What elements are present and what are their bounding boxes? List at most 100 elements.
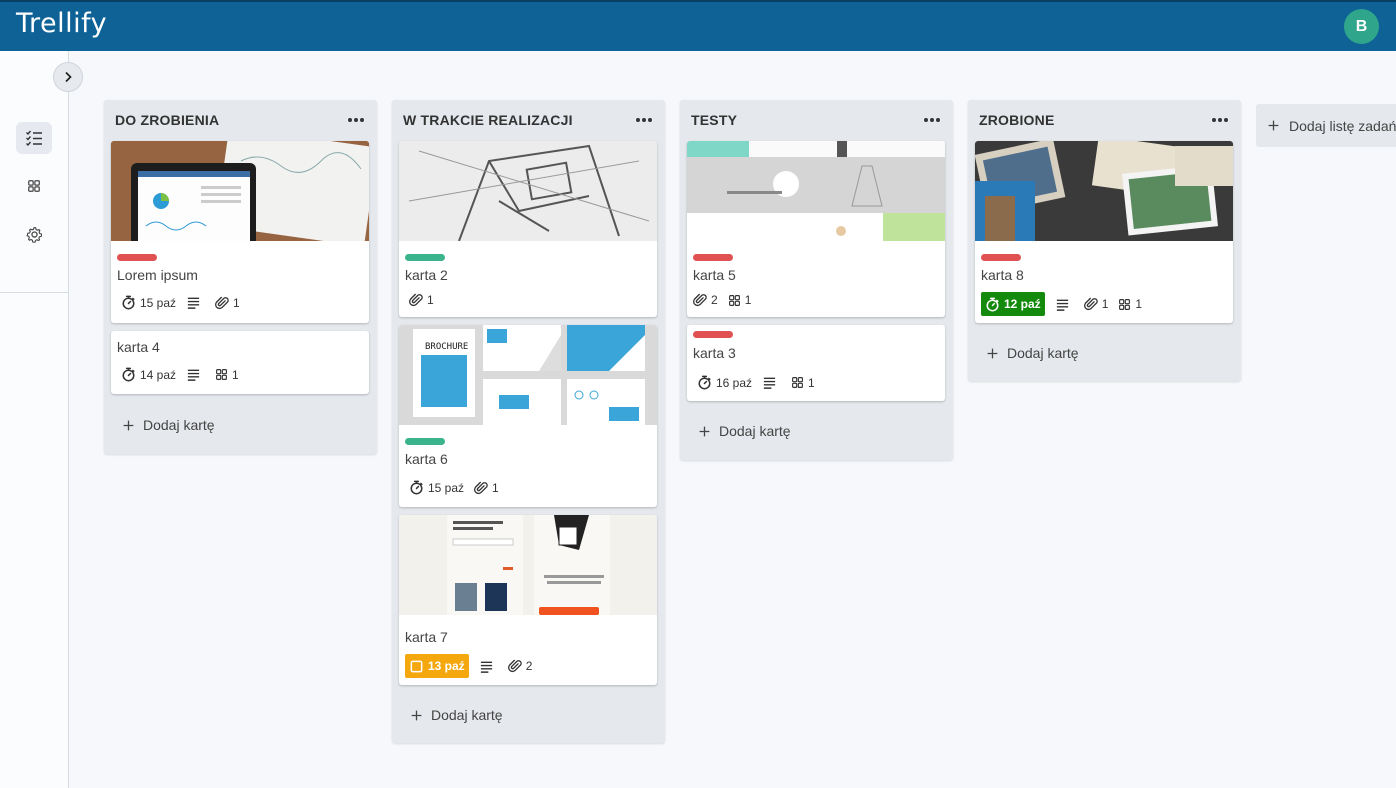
more-options-icon[interactable]	[1211, 113, 1229, 127]
due-date-badge: 16 paź	[697, 375, 752, 390]
attachment-icon	[693, 293, 707, 307]
add-list-button[interactable]: Dodaj listę zadań	[1256, 104, 1396, 147]
sidebar	[0, 51, 69, 788]
plus-icon	[122, 419, 135, 432]
checklist-icon	[26, 130, 42, 147]
due-date-badge: 15 paź	[409, 480, 464, 495]
card-badges: 16 paź 1	[697, 375, 825, 390]
card-badges: 1	[409, 293, 444, 307]
svg-text:BROCHURE: BROCHURE	[425, 342, 468, 352]
description-icon	[186, 367, 201, 382]
card-badges: 15 paź 1	[409, 480, 509, 495]
attachment-icon	[409, 293, 423, 307]
add-card-button[interactable]: Dodaj kartę	[122, 417, 215, 433]
description-icon	[186, 295, 201, 310]
attachments-badge: 1	[215, 296, 240, 310]
checklist-grid-icon	[1118, 298, 1131, 311]
sidebar-item-settings[interactable]	[16, 218, 52, 250]
description-badge	[186, 367, 205, 382]
list-header: DO ZROBIENIA	[104, 100, 377, 140]
timer-icon	[409, 480, 424, 495]
checklist-grid-icon	[215, 368, 228, 381]
top-bar: Trellify B	[0, 0, 1396, 51]
add-card-button[interactable]: Dodaj kartę	[698, 423, 791, 439]
card-title: Lorem ipsum	[117, 267, 198, 283]
list-do-zrobienia: DO ZROBIENIA Lorem ipsum 15 paź 1 karta …	[104, 100, 377, 454]
card-badges: 15 paź 1	[121, 295, 250, 310]
more-options-icon[interactable]	[635, 113, 653, 127]
card-cover-image	[687, 141, 945, 241]
chevron-right-icon	[65, 71, 72, 83]
due-date-badge: 15 paź	[121, 295, 176, 310]
card-label	[693, 331, 733, 338]
card-karta-6[interactable]: BROCHURE karta 6 15 paź 1	[399, 325, 657, 507]
attachment-icon	[474, 481, 488, 495]
checklist-grid-icon	[728, 294, 741, 307]
sidebar-divider	[0, 292, 68, 293]
card-title: karta 4	[117, 339, 160, 355]
card-title: karta 2	[405, 267, 448, 283]
card-karta-5[interactable]: karta 5 2 1	[687, 141, 945, 317]
list-title: DO ZROBIENIA	[115, 112, 220, 128]
card-cover-image	[975, 141, 1233, 241]
more-options-icon[interactable]	[923, 113, 941, 127]
add-card-button[interactable]: Dodaj kartę	[986, 345, 1079, 361]
card-badges: 12 paź 1 1	[981, 292, 1152, 316]
description-badge	[1055, 297, 1074, 312]
card-label	[117, 254, 157, 261]
card-title: karta 7	[405, 629, 448, 645]
list-title: ZROBIONE	[979, 112, 1055, 128]
description-badge	[762, 375, 781, 390]
card-cover-image	[399, 515, 657, 615]
plus-icon	[986, 347, 999, 360]
list-title: W TRAKCIE REALIZACJI	[403, 112, 573, 128]
card-title: karta 8	[981, 267, 1024, 283]
description-icon	[1055, 297, 1070, 312]
plus-icon	[1267, 119, 1280, 132]
more-options-icon[interactable]	[347, 113, 365, 127]
card-karta-7[interactable]: karta 7 13 paź 2	[399, 515, 657, 685]
list-header: TESTY	[680, 100, 953, 140]
due-date-badge: 14 paź	[121, 367, 176, 382]
attachments-badge: 2	[693, 293, 718, 307]
card-label	[405, 438, 445, 445]
due-date-badge-warning[interactable]: 13 paź	[405, 654, 469, 678]
attachment-icon	[1084, 297, 1098, 311]
card-cover-image	[399, 141, 657, 241]
sidebar-toggle-button[interactable]	[53, 62, 83, 92]
timer-icon	[985, 297, 1000, 312]
attachments-badge: 2	[508, 659, 532, 673]
card-badges: 2 1	[693, 293, 761, 307]
user-avatar[interactable]: B	[1344, 9, 1379, 44]
card-karta-4[interactable]: karta 4 14 paź 1	[111, 331, 369, 394]
app-logo[interactable]: Trellify	[16, 8, 107, 39]
sidebar-item-boards[interactable]	[16, 122, 52, 154]
card-lorem-ipsum[interactable]: Lorem ipsum 15 paź 1	[111, 141, 369, 323]
add-card-button[interactable]: Dodaj kartę	[410, 707, 503, 723]
list-zrobione: ZROBIONE karta 8 12 paź 1 1 Dodaj kartę	[968, 100, 1241, 381]
card-karta-2[interactable]: karta 2 1	[399, 141, 657, 317]
attachment-icon	[215, 296, 229, 310]
list-w-trakcie-realizacji: W TRAKCIE REALIZACJI karta 2 1 BROCHURE …	[392, 100, 665, 743]
list-header: ZROBIONE	[968, 100, 1241, 140]
attachments-badge: 1	[1084, 297, 1108, 311]
card-label	[405, 254, 445, 261]
checklist-badge: 1	[1118, 297, 1142, 311]
list-title: TESTY	[691, 112, 738, 128]
card-cover-image: BROCHURE	[399, 325, 657, 425]
sidebar-item-workspaces[interactable]	[16, 170, 52, 202]
checklist-grid-icon	[791, 376, 804, 389]
plus-icon	[410, 709, 423, 722]
attachment-icon	[508, 659, 522, 673]
description-badge	[479, 659, 498, 674]
due-date-badge-complete[interactable]: 12 paź	[981, 292, 1045, 316]
card-karta-3[interactable]: karta 3 16 paź 1	[687, 325, 945, 401]
list-testy: TESTY karta 5 2 1 karta 3 16 paź 1 Dodaj…	[680, 100, 953, 460]
checklist-badge: 1	[791, 376, 815, 390]
card-badges: 13 paź 2	[405, 654, 542, 678]
card-karta-8[interactable]: karta 8 12 paź 1 1	[975, 141, 1233, 323]
attachments-badge: 1	[409, 293, 434, 307]
checklist-badge: 1	[215, 368, 239, 382]
card-title: karta 5	[693, 267, 736, 283]
card-label	[981, 254, 1021, 261]
